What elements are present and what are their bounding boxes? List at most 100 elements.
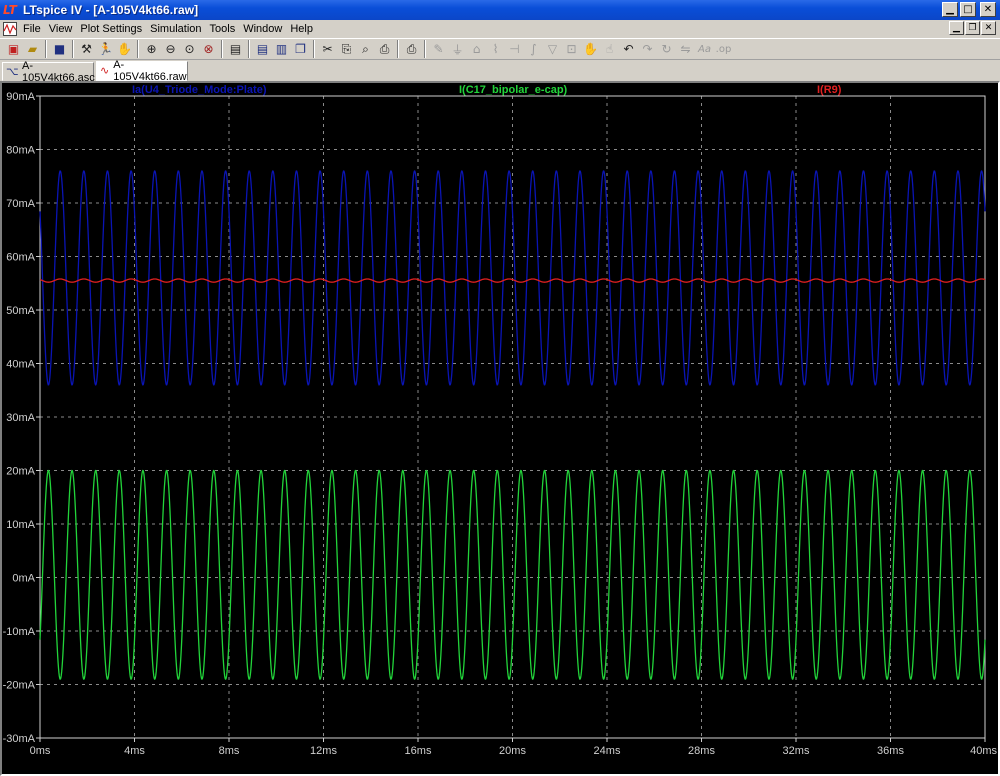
- tile-horizontal-icon[interactable]: ▤: [253, 40, 272, 59]
- zoom-out-icon[interactable]: ⊖: [161, 40, 180, 59]
- y-tick-label: 0mA: [12, 573, 35, 585]
- x-tick-label: 24ms: [594, 745, 621, 757]
- waveform-document-icon[interactable]: [3, 22, 17, 36]
- find-icon[interactable]: ⌕: [356, 40, 375, 59]
- undo-icon[interactable]: ↶: [619, 40, 638, 59]
- rotate-icon[interactable]: ↻: [657, 40, 676, 59]
- menu-tools[interactable]: Tools: [206, 20, 240, 38]
- menu-view[interactable]: View: [45, 20, 77, 38]
- cut-icon[interactable]: ✂: [318, 40, 337, 59]
- tile-vertical-icon[interactable]: ▥: [272, 40, 291, 59]
- toolbar: ▣ ▰ ■ ⚒ 🏃 ✋ ⊕ ⊖ ⊙ ⊗ ▤ ▤ ▥ ❐ ✂ ⎘ ⌕ ⎙ ⎙ ✎ …: [0, 38, 1000, 60]
- tab-schematic[interactable]: ⌥ A-105V4kt66.asc: [2, 59, 95, 84]
- capacitor-icon[interactable]: ⊣: [505, 40, 524, 59]
- menu-file[interactable]: File: [19, 20, 45, 38]
- trace-legend-label[interactable]: I(C17_bipolar_e-cap): [459, 84, 568, 96]
- toolbar-separator: [137, 40, 139, 58]
- inductor-icon[interactable]: ∫: [524, 40, 543, 59]
- wire-icon[interactable]: ✎: [429, 40, 448, 59]
- control-panel-icon[interactable]: ⚒: [77, 40, 96, 59]
- y-tick-label: 20mA: [6, 466, 35, 478]
- x-tick-label: 16ms: [405, 745, 432, 757]
- print-preview-icon[interactable]: ⎙: [375, 40, 394, 59]
- trace-legend-label[interactable]: I(R9): [817, 84, 842, 96]
- menu-help[interactable]: Help: [286, 20, 317, 38]
- diode-icon[interactable]: ▽: [543, 40, 562, 59]
- copy-icon[interactable]: ⎘: [337, 40, 356, 59]
- tab-label: A-105V4kt66.asc: [22, 59, 95, 84]
- x-tick-label: 8ms: [219, 745, 240, 757]
- x-tick-label: 32ms: [783, 745, 810, 757]
- autorange-icon[interactable]: ▤: [226, 40, 245, 59]
- y-tick-label: -30mA: [3, 733, 36, 745]
- move-icon[interactable]: ✋: [581, 40, 600, 59]
- document-window-controls: ▁ ❐ ✕: [949, 21, 996, 35]
- save-icon[interactable]: ■: [50, 40, 69, 59]
- document-tab-bar: ⌥ A-105V4kt66.asc ∿ A-105V4kt66.raw: [0, 59, 1000, 84]
- zoom-in-icon[interactable]: ⊕: [142, 40, 161, 59]
- close-button[interactable]: ✕: [980, 2, 996, 17]
- print-icon[interactable]: ⎙: [402, 40, 421, 59]
- window-title: LTspice IV - [A-105V4kt66.raw]: [23, 3, 199, 17]
- label-icon[interactable]: ⌂: [467, 40, 486, 59]
- y-tick-label: -10mA: [3, 626, 36, 638]
- x-tick-label: 20ms: [499, 745, 526, 757]
- trace-legend-label[interactable]: Ia(U4_Triode_Mode:Plate): [132, 84, 267, 96]
- ground-icon[interactable]: ⏚: [448, 40, 467, 59]
- resistor-icon[interactable]: ⌇: [486, 40, 505, 59]
- zoom-area-icon[interactable]: ⊙: [180, 40, 199, 59]
- title-bar: LT LTspice IV - [A-105V4kt66.raw] ▁ □ ✕: [0, 0, 1000, 20]
- pan-icon[interactable]: ✋: [115, 40, 134, 59]
- x-tick-label: 4ms: [124, 745, 145, 757]
- window-controls: ▁ □ ✕: [942, 2, 996, 17]
- ltspice-logo-icon[interactable]: LT: [3, 3, 19, 17]
- x-tick-label: 36ms: [877, 745, 904, 757]
- y-tick-label: 90mA: [6, 91, 35, 103]
- menu-window[interactable]: Window: [239, 20, 286, 38]
- tab-waveform[interactable]: ∿ A-105V4kt66.raw: [96, 59, 188, 83]
- y-tick-label: 70mA: [6, 198, 35, 210]
- y-tick-label: 80mA: [6, 145, 35, 157]
- spice-directive-icon[interactable]: .op: [714, 40, 733, 59]
- x-tick-label: 40ms: [970, 745, 997, 757]
- doc-restore-button[interactable]: ❐: [965, 21, 980, 35]
- toolbar-separator: [313, 40, 315, 58]
- x-tick-label: 0ms: [30, 745, 51, 757]
- doc-close-button[interactable]: ✕: [981, 21, 996, 35]
- waveform-plot[interactable]: 90mA 80mA 70mA 60mA 50mA 40mA 30mA 20mA 10mA 0mA -…: [2, 83, 998, 774]
- y-tick-label: 10mA: [6, 519, 35, 531]
- open-icon[interactable]: ▰: [23, 40, 42, 59]
- toolbar-separator: [424, 40, 426, 58]
- toolbar-separator: [72, 40, 74, 58]
- waveform-icon: ∿: [100, 64, 110, 77]
- waveform-viewer[interactable]: 90mA 80mA 70mA 60mA 50mA 40mA 30mA 20mA 10mA 0mA -…: [0, 81, 1000, 776]
- drag-icon[interactable]: ☝: [600, 40, 619, 59]
- minimize-button[interactable]: ▁: [942, 2, 958, 17]
- schematic-icon: ⌥: [6, 64, 19, 78]
- menu-bar: File View Plot Settings Simulation Tools…: [0, 20, 1000, 38]
- menu-plot-settings[interactable]: Plot Settings: [76, 20, 146, 38]
- plot-background: [2, 83, 998, 774]
- toolbar-separator: [221, 40, 223, 58]
- x-tick-label: 12ms: [310, 745, 337, 757]
- y-tick-label: 40mA: [6, 359, 35, 371]
- run-icon[interactable]: 🏃: [96, 40, 115, 59]
- component-icon[interactable]: ⊡: [562, 40, 581, 59]
- cascade-icon[interactable]: ❐: [291, 40, 310, 59]
- doc-minimize-button[interactable]: ▁: [949, 21, 964, 35]
- mirror-icon[interactable]: ⇋: [676, 40, 695, 59]
- y-tick-label: 50mA: [6, 305, 35, 317]
- redo-icon[interactable]: ↷: [638, 40, 657, 59]
- y-tick-label: -20mA: [3, 680, 36, 692]
- x-tick-label: 28ms: [688, 745, 715, 757]
- menu-simulation[interactable]: Simulation: [146, 20, 205, 38]
- toolbar-separator: [45, 40, 47, 58]
- new-schematic-icon[interactable]: ▣: [4, 40, 23, 59]
- maximize-button[interactable]: □: [960, 2, 976, 17]
- text-icon[interactable]: Aa: [695, 40, 714, 59]
- y-tick-label: 60mA: [6, 252, 35, 264]
- tab-label: A-105V4kt66.raw: [113, 59, 187, 83]
- y-tick-label: 30mA: [6, 412, 35, 424]
- zoom-cancel-icon[interactable]: ⊗: [199, 40, 218, 59]
- toolbar-separator: [248, 40, 250, 58]
